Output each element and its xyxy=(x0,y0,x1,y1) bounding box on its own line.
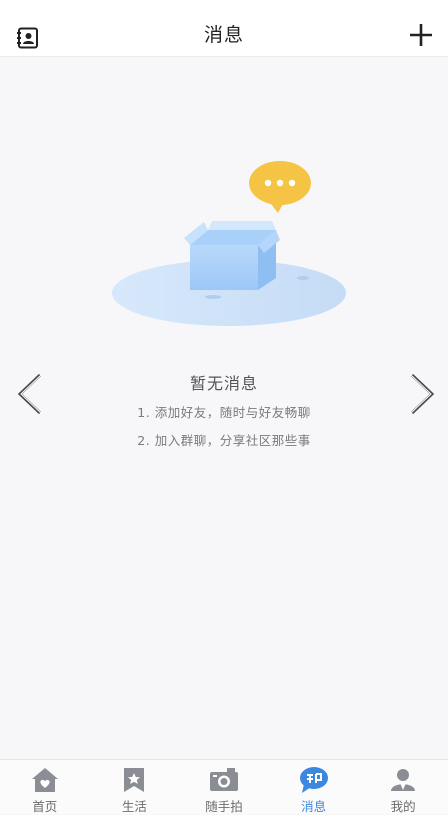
chat-icon xyxy=(299,767,328,793)
tab-messages[interactable]: 消息 xyxy=(269,760,359,814)
page-title: 消息 xyxy=(203,24,244,46)
chat-bubble-icon xyxy=(249,161,311,213)
tab-home[interactable]: 首页 xyxy=(0,760,90,814)
empty-box-illustration xyxy=(112,161,346,326)
empty-hint-2: 2. 加入群聊，分享社区那些事 xyxy=(137,433,311,448)
tab-life[interactable]: 生活 xyxy=(90,760,180,814)
chevron-left-icon[interactable] xyxy=(14,372,46,416)
profile-icon xyxy=(391,769,416,791)
top-bar: 消息 xyxy=(0,0,448,57)
tab-messages-label: 消息 xyxy=(301,799,327,814)
tab-life-label: 生活 xyxy=(121,799,147,814)
chevron-right-icon[interactable] xyxy=(406,372,438,416)
tab-home-label: 首页 xyxy=(32,799,58,814)
tab-snapshot-label: 随手拍 xyxy=(205,799,243,814)
empty-state-title: 暂无消息 xyxy=(189,374,258,393)
bottom-tab-bar: 首页 生活 随手拍 消息 我的 xyxy=(0,759,448,814)
tab-mine-label: 我的 xyxy=(390,799,416,814)
camera-icon xyxy=(209,768,238,791)
tab-snapshot[interactable]: 随手拍 xyxy=(179,760,269,814)
add-icon[interactable] xyxy=(408,22,434,48)
home-icon xyxy=(31,768,58,792)
star-bookmark-icon xyxy=(124,768,145,792)
tab-mine[interactable]: 我的 xyxy=(358,760,448,814)
empty-hint-1: 1. 添加好友，随时与好友畅聊 xyxy=(137,405,311,420)
